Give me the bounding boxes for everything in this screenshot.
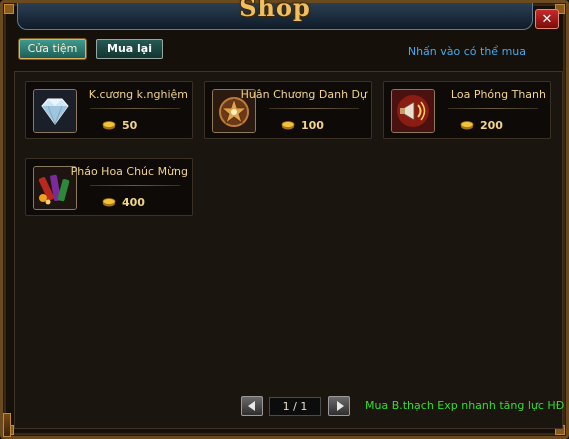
gold-coin-icon <box>460 121 474 130</box>
item-name: Pháo Hoa Chúc Mừng <box>70 165 188 178</box>
close-button[interactable]: ✕ <box>535 9 559 29</box>
page-indicator: 1 / 1 <box>269 397 321 416</box>
gold-coin-icon <box>102 121 116 130</box>
shop-window: Shop ✕ Cửa tiệm Mua lại Nhấn vào có thể … <box>0 0 569 439</box>
diamond-icon <box>33 89 77 133</box>
item-price: 200 <box>480 119 503 132</box>
tab-buyback[interactable]: Mua lại <box>96 39 163 59</box>
close-icon: ✕ <box>541 12 553 27</box>
divider <box>90 108 180 109</box>
tab-shop[interactable]: Cửa tiệm <box>19 39 86 59</box>
promo-link[interactable]: Mua B.thạch Exp nhanh tăng lực HĐ <box>365 399 564 412</box>
shop-item[interactable]: Loa Phóng Thanh 200 <box>383 81 551 139</box>
next-page-button[interactable] <box>328 396 350 416</box>
divider <box>90 185 180 186</box>
megaphone-icon <box>391 89 435 133</box>
divider <box>448 108 538 109</box>
item-name: K.cương k.nghiệm <box>88 88 188 101</box>
item-price: 100 <box>301 119 324 132</box>
frame-corner <box>4 4 14 14</box>
item-grid-panel: K.cương k.nghiệm 50 Huân Chương Danh Dự <box>14 71 563 429</box>
side-handle <box>3 413 11 437</box>
item-name: Huân Chương Danh Dự <box>240 88 367 101</box>
shop-item[interactable]: K.cương k.nghiệm 50 <box>25 81 193 139</box>
item-price: 50 <box>122 119 138 132</box>
gold-coin-icon <box>281 121 295 130</box>
shop-item[interactable]: Huân Chương Danh Dự 100 <box>204 81 372 139</box>
gold-coin-icon <box>102 198 116 207</box>
item-price: 400 <box>122 196 145 209</box>
purchase-hint: Nhấn vào có thể mua <box>407 45 526 58</box>
prev-page-button[interactable] <box>241 396 263 416</box>
divider <box>269 108 359 109</box>
shop-item[interactable]: Pháo Hoa Chúc Mừng 400 <box>25 158 193 216</box>
item-name: Loa Phóng Thanh <box>450 88 546 101</box>
title-bar: Shop <box>17 0 533 30</box>
window-title: Shop <box>239 0 311 22</box>
